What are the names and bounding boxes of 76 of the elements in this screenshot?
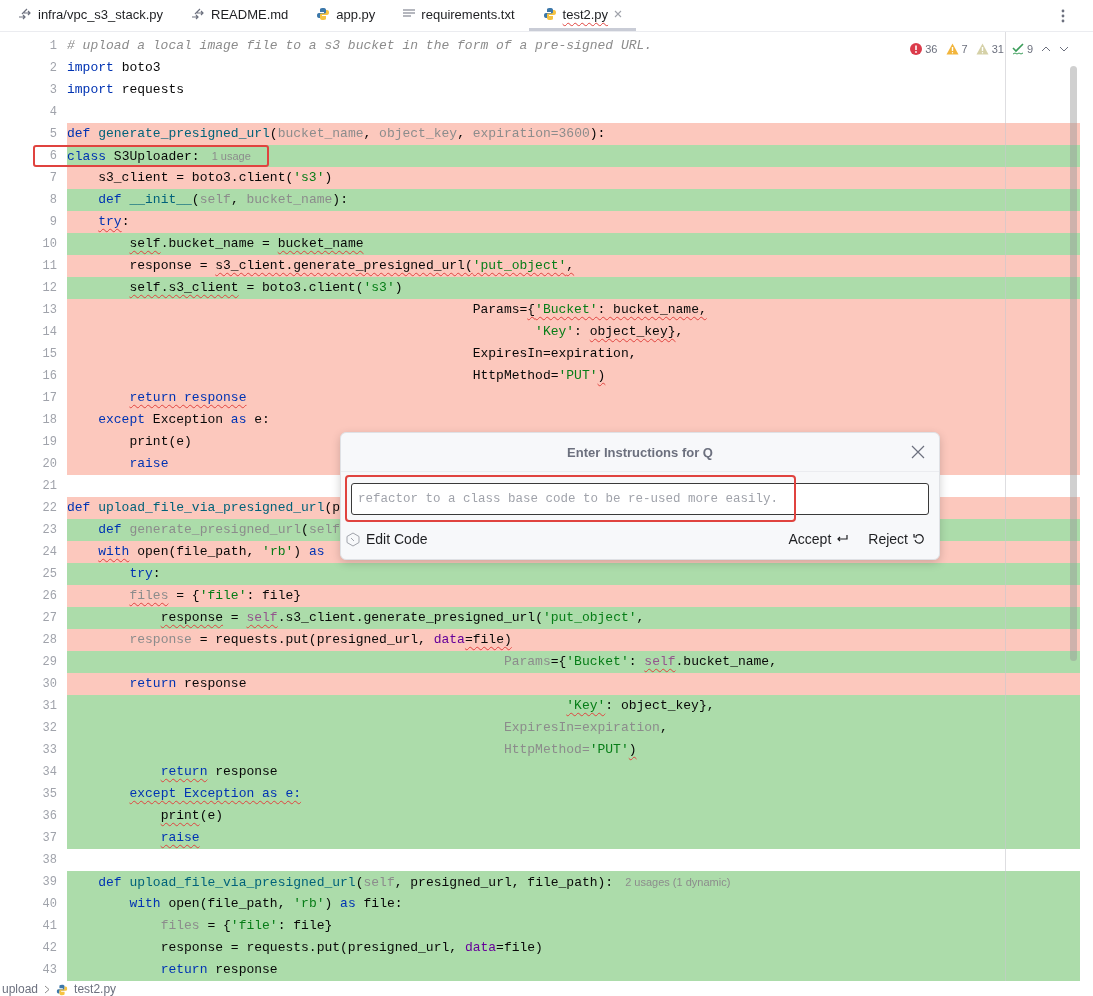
line-number: 39 xyxy=(41,874,57,891)
problem-count: 36 xyxy=(925,43,938,55)
problem-count: 31 xyxy=(991,43,1004,55)
chevron-up-icon[interactable] xyxy=(1041,46,1051,52)
line-number: 40 xyxy=(41,896,57,913)
editor-tab[interactable]: README.md xyxy=(177,0,303,31)
line-number: 16 xyxy=(41,368,57,385)
line-number: 19 xyxy=(41,434,57,451)
line-number: 6 xyxy=(48,148,57,165)
code-line: import requests xyxy=(67,81,185,99)
line-number: 17 xyxy=(41,390,57,407)
line-number: 8 xyxy=(48,192,57,209)
diff-arrow-icon xyxy=(191,8,205,20)
line-number: 34 xyxy=(41,764,57,781)
code-line: # upload a local image file to a s3 bucket in the form of a pre-signed URL. xyxy=(67,37,653,55)
editor-tab[interactable]: requirements.txt xyxy=(389,0,529,31)
line-number: 25 xyxy=(41,566,57,583)
code-line: import boto3 xyxy=(67,59,161,77)
breadcrumb-item[interactable]: test2.py xyxy=(74,983,117,996)
line-number: 38 xyxy=(41,852,57,869)
python-icon xyxy=(316,7,331,21)
line-number: 3 xyxy=(48,82,57,99)
breadcrumb-item[interactable]: upload xyxy=(2,983,39,996)
diff-arrow-icon xyxy=(18,8,32,20)
line-number: 5 xyxy=(48,126,57,143)
python-icon xyxy=(56,983,69,996)
editor-tab[interactable]: test2.py xyxy=(528,0,637,31)
hexagon-icon xyxy=(346,531,360,547)
line-number: 24 xyxy=(41,544,57,561)
line-number: 31 xyxy=(41,698,57,715)
editor-tab[interactable]: app.py xyxy=(302,0,390,31)
undo-icon xyxy=(913,533,925,545)
line-number: 14 xyxy=(41,324,57,341)
line-number: 35 xyxy=(41,786,57,803)
line-number: 9 xyxy=(48,214,57,231)
line-number: 27 xyxy=(41,610,57,627)
line-number: 12 xyxy=(41,280,57,297)
line-number: 32 xyxy=(41,720,57,737)
line-number: 30 xyxy=(41,676,57,693)
line-number: 26 xyxy=(41,588,57,605)
line-number: 37 xyxy=(41,830,57,847)
problem-count: 7 xyxy=(961,43,968,55)
text-file-icon xyxy=(403,9,416,19)
line-number: 7 xyxy=(48,170,57,187)
line-number: 13 xyxy=(41,302,57,319)
enter-key-icon xyxy=(836,534,849,544)
line-number: 23 xyxy=(41,522,57,539)
scrollbar-thumb[interactable] xyxy=(1070,66,1077,661)
line-number: 33 xyxy=(41,742,57,759)
line-number: 1 xyxy=(48,38,57,55)
line-number: 41 xyxy=(41,918,57,935)
line-number: 29 xyxy=(41,654,57,671)
line-number: 21 xyxy=(41,478,57,495)
line-number: 28 xyxy=(41,632,57,649)
error-icon[interactable] xyxy=(910,43,923,55)
chevron-down-icon[interactable] xyxy=(1059,46,1069,52)
close-icon[interactable] xyxy=(614,10,623,18)
line-number: 11 xyxy=(41,258,57,275)
line-number: 10 xyxy=(41,236,57,253)
close-icon[interactable] xyxy=(911,445,925,459)
chevron-right-icon xyxy=(44,985,51,994)
line-number: 4 xyxy=(48,104,57,121)
instructions-input[interactable]: refactor to a class base code to be re-used more easily. xyxy=(351,483,929,515)
line-number: 22 xyxy=(41,500,57,517)
line-number: 42 xyxy=(41,940,57,957)
checkmark-icon[interactable] xyxy=(1011,43,1024,55)
line-number: 43 xyxy=(41,962,57,979)
line-number: 18 xyxy=(41,412,57,429)
problem-count: 9 xyxy=(1026,43,1033,55)
line-number: 2 xyxy=(48,60,57,77)
line-number: 20 xyxy=(41,456,57,473)
editor-tab[interactable]: infra/vpc_s3_stack.py xyxy=(4,0,177,31)
python-icon xyxy=(542,7,557,21)
line-number: 36 xyxy=(41,808,57,825)
line-number: 15 xyxy=(41,346,57,363)
more-options-icon[interactable] xyxy=(1061,8,1065,23)
